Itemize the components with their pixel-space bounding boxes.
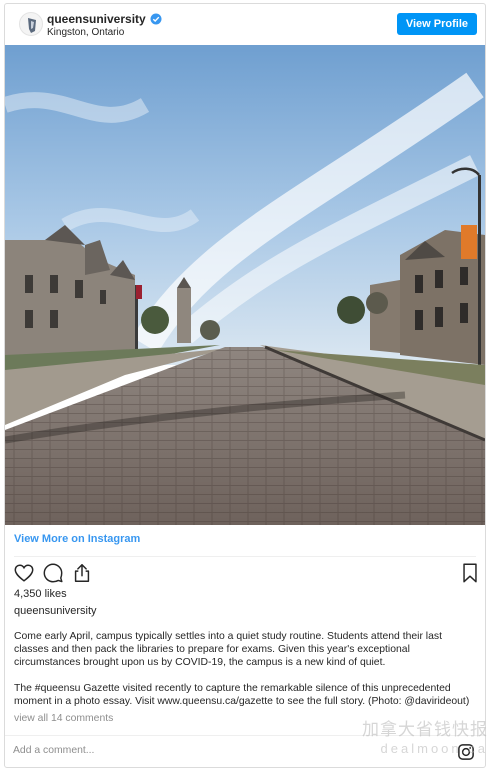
- likes-count[interactable]: 4,350 likes: [14, 588, 67, 600]
- heart-icon[interactable]: [13, 562, 35, 584]
- view-all-comments-link[interactable]: view all 14 comments: [14, 713, 113, 724]
- watermark: 加拿大省钱快报 dealmoon.ca: [338, 720, 488, 758]
- caption-username[interactable]: queensuniversity: [14, 605, 97, 617]
- caption-paragraph: Come early April, campus typically settl…: [14, 631, 442, 668]
- watermark-line: 加拿大省钱快报: [362, 720, 488, 739]
- post-username[interactable]: queensuniversity: [47, 12, 162, 26]
- username-text: queensuniversity: [47, 12, 146, 26]
- comment-icon[interactable]: [42, 562, 64, 584]
- share-icon[interactable]: [71, 562, 93, 584]
- instagram-embed-card: queensuniversity Kingston, Ontario View …: [4, 3, 486, 768]
- view-more-on-instagram-link[interactable]: View More on Instagram: [14, 533, 140, 545]
- view-profile-button[interactable]: View Profile: [396, 13, 477, 35]
- bookmark-icon[interactable]: [459, 562, 481, 584]
- add-comment-input[interactable]: Add a comment...: [13, 745, 94, 756]
- post-photo[interactable]: [5, 45, 485, 525]
- caption-paragraph: The #queensu Gazette visited recently to…: [14, 683, 470, 707]
- divider: [14, 556, 476, 557]
- watermark-line: dealmoon.ca: [380, 741, 488, 756]
- avatar[interactable]: [19, 12, 43, 36]
- post-location[interactable]: Kingston, Ontario: [47, 27, 124, 38]
- post-actions: [11, 562, 479, 586]
- verified-badge-icon: [150, 13, 162, 25]
- post-caption: Come early April, campus typically settl…: [14, 630, 478, 721]
- post-header: queensuniversity Kingston, Ontario View …: [5, 4, 485, 45]
